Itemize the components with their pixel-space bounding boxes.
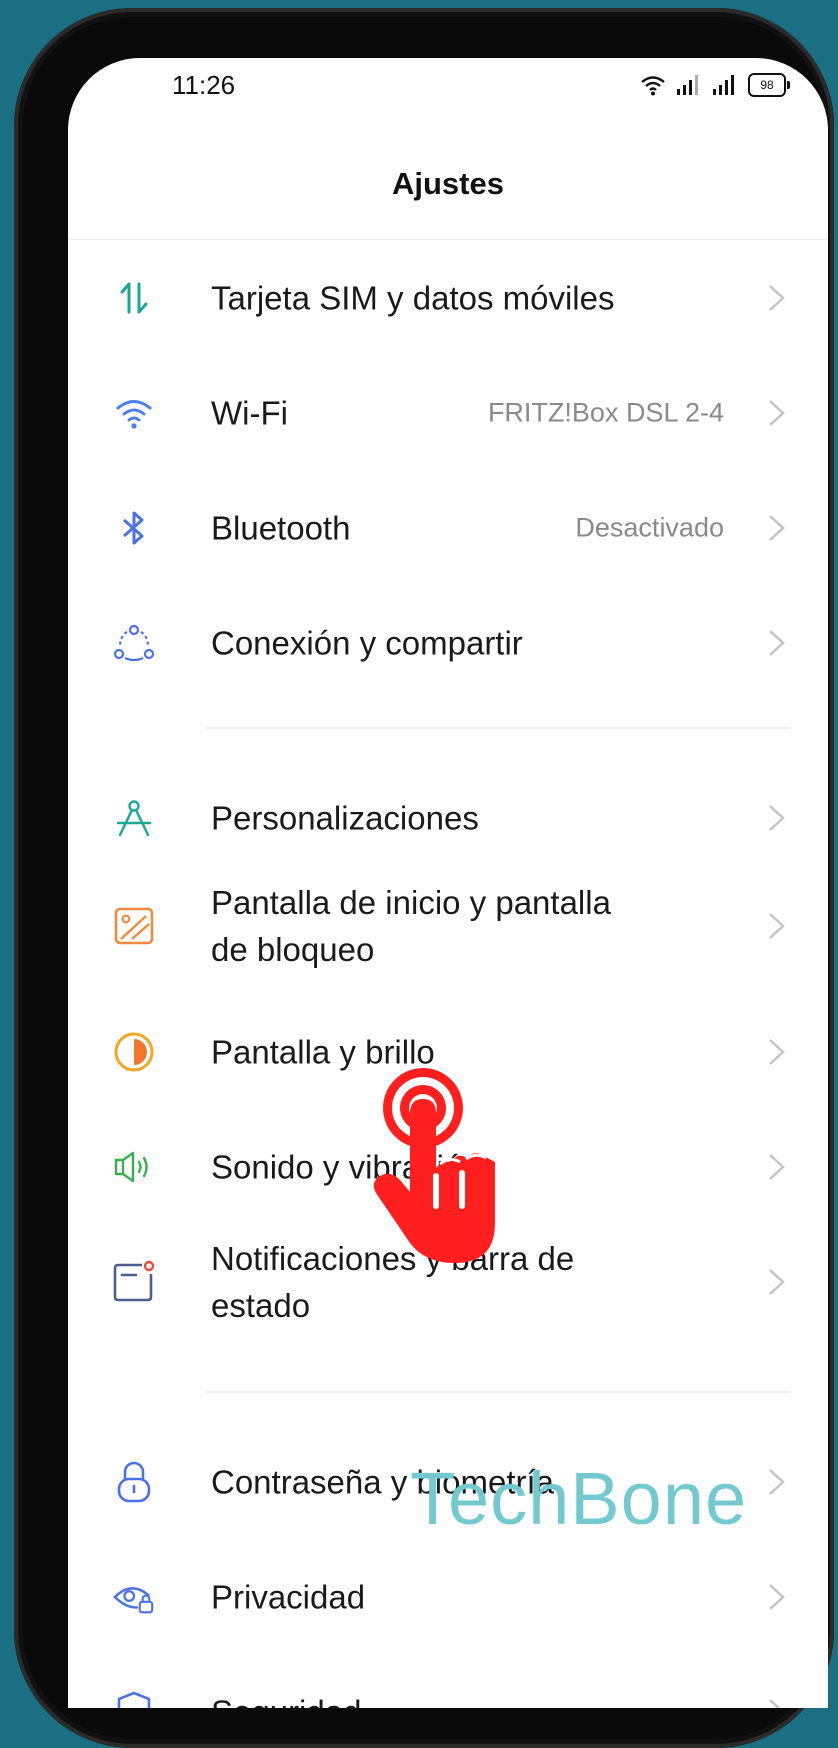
- chevron-right-icon: [769, 1154, 785, 1180]
- setting-label: Tarjeta SIM y datos móviles: [211, 279, 615, 317]
- chevron-right-icon: [769, 1269, 785, 1295]
- watermark-logo: TechBone: [410, 1457, 748, 1540]
- chevron-right-icon: [769, 400, 785, 426]
- chevron-right-icon: [769, 1469, 785, 1495]
- bluetooth-icon: [112, 506, 156, 550]
- setting-wifi[interactable]: Wi-Fi FRITZ!Box DSL 2-4: [68, 363, 828, 463]
- setting-label: Privacidad: [211, 1578, 366, 1616]
- setting-label: Pantalla de inicio y pantalla de bloqueo: [211, 884, 611, 968]
- chevron-right-icon: [769, 630, 785, 656]
- sim-data-icon: [112, 276, 156, 320]
- signal-icon-2: [713, 75, 734, 95]
- wifi-icon: [112, 391, 156, 435]
- connection-share-icon: [112, 621, 156, 665]
- wifi-status-icon: [641, 76, 665, 96]
- group-divider: [206, 1391, 790, 1393]
- chevron-right-icon: [769, 805, 785, 831]
- chevron-right-icon: [769, 515, 785, 541]
- setting-value: FRITZ!Box DSL 2-4: [487, 397, 724, 428]
- status-time: 11:26: [172, 70, 236, 100]
- setting-label: Personalizaciones: [211, 799, 479, 837]
- chevron-right-icon: [769, 285, 785, 311]
- shield-icon: [112, 1690, 156, 1708]
- setting-sim-data[interactable]: Tarjeta SIM y datos móviles: [68, 248, 828, 348]
- header-divider: [68, 239, 828, 240]
- chevron-right-icon: [769, 1584, 785, 1610]
- setting-value: Desactivado: [575, 512, 724, 543]
- setting-home-lock-screen[interactable]: Pantalla de inicio y pantalla de bloqueo: [68, 858, 828, 994]
- privacy-eye-icon: [112, 1575, 156, 1619]
- status-bar: 11:26 98: [68, 58, 828, 118]
- wallpaper-icon: [112, 904, 156, 948]
- notification-icon: [112, 1260, 156, 1304]
- setting-label: Conexión y compartir: [211, 624, 523, 662]
- chevron-right-icon: [769, 913, 785, 939]
- setting-security[interactable]: Seguridad: [68, 1662, 828, 1708]
- signal-icon-1: [677, 75, 698, 95]
- brightness-icon: [112, 1030, 156, 1074]
- setting-privacy[interactable]: Privacidad: [68, 1547, 828, 1647]
- chevron-right-icon: [769, 1039, 785, 1065]
- battery-icon: 98: [748, 73, 790, 97]
- setting-personalization[interactable]: Personalizaciones: [68, 768, 828, 868]
- status-icons: 98: [640, 68, 790, 102]
- tap-pointer-hand-icon: [373, 1068, 495, 1263]
- chevron-right-icon: [769, 1699, 781, 1708]
- page-title: Ajustes: [392, 166, 504, 201]
- lock-icon: [112, 1460, 156, 1504]
- group-divider: [206, 727, 790, 729]
- setting-connection-share[interactable]: Conexión y compartir: [68, 593, 828, 693]
- setting-bluetooth[interactable]: Bluetooth Desactivado: [68, 478, 828, 578]
- speaker-icon: [112, 1145, 156, 1189]
- compass-icon: [112, 796, 156, 840]
- setting-label: Seguridad: [211, 1689, 651, 1709]
